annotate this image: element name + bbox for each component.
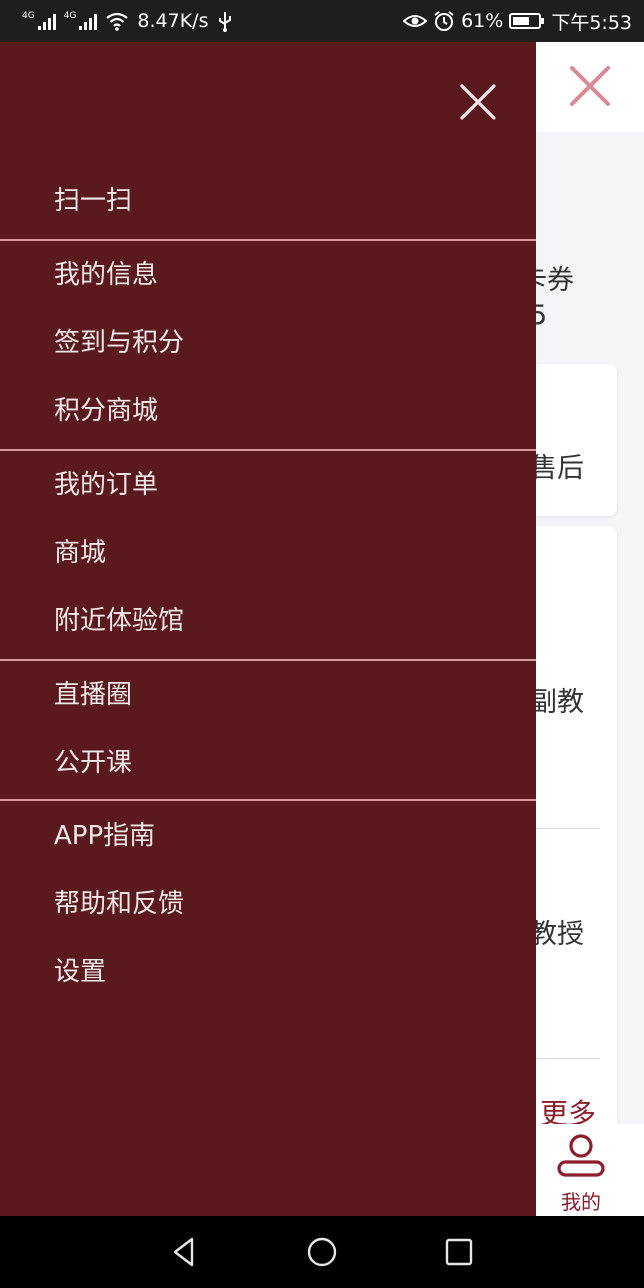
signal-icon: 4G: [64, 12, 98, 30]
teacher-title-2: 教授: [530, 919, 584, 950]
menu-item-my-orders[interactable]: 我的订单: [54, 468, 158, 502]
menu-item-open-class[interactable]: 公开课: [54, 746, 132, 780]
signal-icon: 4G: [22, 12, 56, 30]
alarm-icon: [433, 10, 455, 32]
network-speed: 8.47K/s: [137, 10, 209, 32]
battery-icon: [509, 12, 545, 30]
menu-divider: [0, 449, 536, 451]
menu-item-scan[interactable]: 扫一扫: [54, 184, 132, 218]
side-drawer: 扫一扫 我的信息 签到与积分 积分商城 我的订单 商城 附近体验馆 直播圈 公开…: [0, 42, 536, 1216]
menu-divider: [0, 239, 536, 241]
row-divider: [536, 828, 600, 829]
network-type-label: 4G: [63, 11, 77, 21]
teacher-title-1: 副教: [530, 687, 584, 718]
back-icon[interactable]: [168, 1236, 200, 1268]
row-divider: [536, 1058, 600, 1059]
tab-me[interactable]: 我的: [556, 1132, 606, 1215]
menu-item-checkin-points[interactable]: 签到与积分: [54, 326, 184, 360]
menu-item-live[interactable]: 直播圈: [54, 678, 132, 712]
usb-icon: [216, 10, 234, 32]
status-bar: 4G 4G 8.47K/s 61% 下午5:53: [0, 0, 644, 42]
eye-icon: [403, 12, 428, 30]
close-icon[interactable]: [456, 80, 500, 124]
status-left: 4G 4G 8.47K/s: [22, 10, 234, 32]
status-right: 61% 下午5:53: [403, 8, 632, 35]
menu-item-nearby-store[interactable]: 附近体验馆: [54, 604, 184, 638]
after-sales-label[interactable]: 售后: [530, 446, 584, 485]
menu-divider: [0, 659, 536, 661]
menu-item-settings[interactable]: 设置: [54, 955, 106, 989]
system-nav-bar: [0, 1216, 644, 1288]
tab-me-label: 我的: [561, 1190, 601, 1214]
menu-item-app-guide[interactable]: APP指南: [54, 819, 155, 853]
home-icon[interactable]: [306, 1236, 338, 1268]
battery-percent: 61%: [461, 10, 504, 32]
network-type-label: 4G: [22, 11, 35, 21]
recents-icon[interactable]: [443, 1236, 475, 1268]
close-icon[interactable]: [566, 62, 614, 110]
menu-divider: [0, 799, 536, 801]
clock: 下午5:53: [551, 11, 632, 34]
menu-item-help-feedback[interactable]: 帮助和反馈: [54, 887, 184, 921]
user-icon: [557, 1134, 605, 1177]
menu-item-points-mall[interactable]: 积分商城: [54, 394, 158, 428]
menu-item-my-info[interactable]: 我的信息: [54, 258, 158, 292]
menu-item-mall[interactable]: 商城: [54, 536, 106, 570]
wifi-icon: [105, 11, 129, 31]
